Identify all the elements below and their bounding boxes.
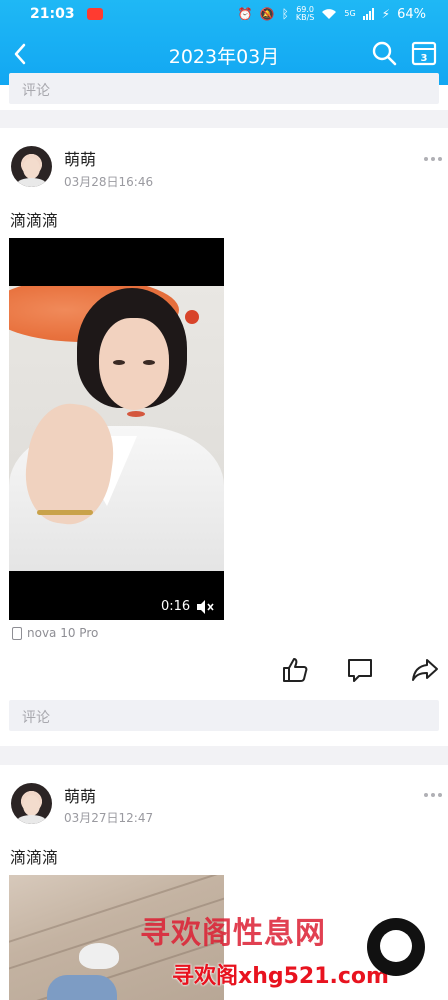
like-icon[interactable] bbox=[281, 656, 309, 684]
thumb-jeans bbox=[47, 975, 117, 1000]
watermark-text: 寻欢阁性息网 bbox=[140, 916, 326, 951]
comment-icon[interactable] bbox=[346, 656, 374, 684]
signal-5g: 5G bbox=[344, 9, 356, 18]
video-duration: 0:16 bbox=[161, 599, 191, 614]
thumb-ornament bbox=[185, 310, 199, 324]
status-time: 21:03 bbox=[30, 6, 75, 22]
avatar-face bbox=[23, 795, 40, 816]
net-speed: 69.0 KB/S bbox=[296, 6, 315, 22]
calendar-icon[interactable]: 3 bbox=[410, 39, 438, 67]
previous-post-card: 评论 bbox=[0, 73, 448, 110]
charging-icon: ⚡ bbox=[381, 7, 391, 21]
post-time: 03月28日16:46 bbox=[64, 175, 154, 189]
post-author[interactable]: 萌萌 bbox=[64, 146, 96, 170]
assistant-face-icon bbox=[380, 930, 412, 962]
watermark-url: 寻欢阁xhg521.com bbox=[172, 964, 389, 989]
post-text: 滴滴滴 bbox=[10, 848, 59, 867]
thumb-eye-left bbox=[113, 360, 125, 365]
device-name: nova 10 Pro bbox=[27, 626, 99, 640]
mute-bell-icon: 🔕 bbox=[259, 7, 275, 21]
wifi-icon bbox=[322, 9, 337, 19]
avatar-face bbox=[23, 158, 40, 179]
status-bar: 21:03 ⏰ 🔕 ᛒ 69.0 KB/S 5G ⚡ 64% bbox=[0, 0, 448, 28]
status-icons: ⏰ 🔕 ᛒ 69.0 KB/S 5G ⚡ 64% bbox=[238, 6, 426, 22]
avatar-shirt bbox=[17, 815, 46, 824]
mute-icon[interactable] bbox=[195, 599, 215, 615]
avatar[interactable] bbox=[11, 146, 52, 187]
thumb-face bbox=[99, 318, 169, 410]
comment-input[interactable]: 评论 bbox=[9, 73, 439, 104]
post-text: 滴滴滴 bbox=[10, 211, 59, 230]
more-options-icon[interactable] bbox=[423, 155, 443, 163]
calendar-day: 3 bbox=[421, 53, 428, 64]
phone-icon bbox=[12, 626, 22, 640]
share-icon[interactable] bbox=[411, 656, 439, 684]
bluetooth-icon: ᛒ bbox=[281, 7, 289, 21]
video-thumbnail bbox=[9, 286, 224, 571]
floating-assistant-button[interactable] bbox=[367, 918, 425, 976]
post-video[interactable]: 0:16 bbox=[9, 238, 224, 620]
avatar-shirt bbox=[17, 178, 46, 187]
comment-input[interactable]: 评论 bbox=[9, 700, 439, 731]
search-icon[interactable] bbox=[370, 39, 398, 67]
avatar[interactable] bbox=[11, 783, 52, 824]
notification-app-icon bbox=[86, 8, 103, 20]
thumb-lips bbox=[127, 411, 145, 417]
post-time: 03月27日12:47 bbox=[64, 811, 154, 825]
net-speed-unit: KB/S bbox=[295, 13, 315, 22]
thumb-eye-right bbox=[143, 360, 155, 365]
post-card: 萌萌 03月28日16:46 滴滴滴 0:16 nova 10 Pro 评论 bbox=[0, 128, 448, 746]
thumb-shoe bbox=[79, 943, 119, 969]
more-options-icon[interactable] bbox=[423, 791, 443, 799]
post-author[interactable]: 萌萌 bbox=[64, 783, 96, 807]
alarm-icon: ⏰ bbox=[237, 7, 253, 21]
device-info: nova 10 Pro bbox=[12, 626, 98, 640]
thumb-bracelet bbox=[37, 510, 93, 515]
signal-icon bbox=[362, 8, 374, 20]
battery-level: 64% bbox=[397, 6, 426, 22]
